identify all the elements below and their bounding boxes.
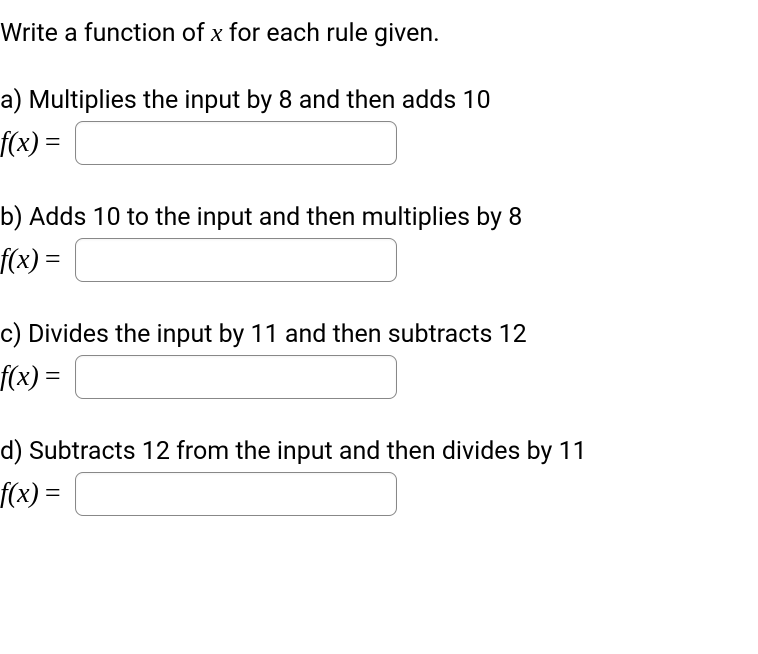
problem-a-text: Multiplies the input by 8 and then adds …: [29, 86, 491, 115]
problem-c-label: c): [0, 320, 22, 349]
problem-a-input[interactable]: [75, 121, 397, 165]
instruction-suffix: for each rule given.: [223, 19, 440, 48]
equals-sign: =: [45, 127, 61, 159]
problem-c-text: Divides the input by 11 and then subtrac…: [28, 320, 527, 349]
problem-b: b) Adds 10 to the input and then multipl…: [0, 203, 758, 282]
problem-a: a) Multiplies the input by 8 and then ad…: [0, 86, 758, 165]
problem-d-input[interactable]: [75, 472, 397, 516]
problem-d-answer-row: f(x) =: [0, 472, 758, 516]
fx-expression: f(x): [0, 244, 39, 276]
instruction: Write a function of x for each rule give…: [0, 18, 758, 48]
fx-expression: f(x): [0, 127, 39, 159]
problem-a-answer-row: f(x) =: [0, 121, 758, 165]
problem-c-input[interactable]: [75, 355, 397, 399]
problem-c-answer-row: f(x) =: [0, 355, 758, 399]
problem-b-input[interactable]: [75, 238, 397, 282]
problem-a-lhs: f(x) =: [0, 127, 67, 159]
problem-d-label: d): [0, 437, 23, 466]
fx-expression: f(x): [0, 361, 39, 393]
problem-b-lhs: f(x) =: [0, 244, 67, 276]
problem-c-prompt: c) Divides the input by 11 and then subt…: [0, 320, 758, 349]
problem-d-lhs: f(x) =: [0, 478, 67, 510]
equals-sign: =: [45, 244, 61, 276]
problem-b-text: Adds 10 to the input and then multiplies…: [29, 203, 522, 232]
problem-b-answer-row: f(x) =: [0, 238, 758, 282]
instruction-prefix: Write a function of: [0, 19, 211, 48]
problem-b-prompt: b) Adds 10 to the input and then multipl…: [0, 203, 758, 232]
problem-c: c) Divides the input by 11 and then subt…: [0, 320, 758, 399]
equals-sign: =: [45, 478, 61, 510]
problem-a-prompt: a) Multiplies the input by 8 and then ad…: [0, 86, 758, 115]
equals-sign: =: [45, 361, 61, 393]
problem-d: d) Subtracts 12 from the input and then …: [0, 437, 758, 516]
problem-a-label: a): [0, 86, 22, 115]
instruction-var: x: [211, 18, 223, 47]
fx-expression: f(x): [0, 478, 39, 510]
problem-c-lhs: f(x) =: [0, 361, 67, 393]
problem-b-label: b): [0, 203, 23, 232]
problem-d-prompt: d) Subtracts 12 from the input and then …: [0, 437, 758, 466]
problem-d-text: Subtracts 12 from the input and then div…: [29, 437, 587, 466]
